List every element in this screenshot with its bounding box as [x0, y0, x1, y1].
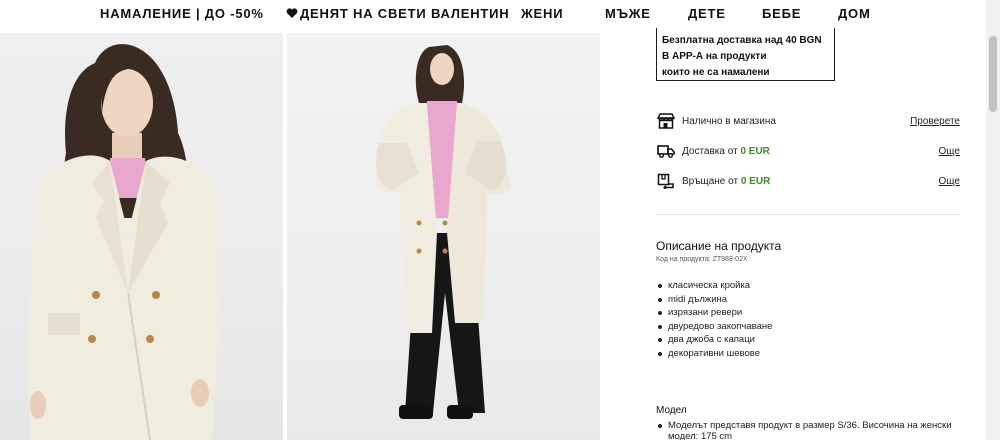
- promo-line: Безплатна доставка над 40 BGN: [662, 35, 822, 46]
- store-icon: [656, 112, 676, 130]
- model-info-text: Моделът представя продукт в размер S/36.…: [658, 420, 958, 440]
- model-closeup-illustration: [28, 44, 220, 440]
- returns-label: Връщане от: [682, 175, 741, 187]
- store-availability-row: Налично в магазина Проверете: [656, 111, 960, 131]
- nav-item-women[interactable]: ЖЕНИ: [521, 6, 563, 21]
- heart-icon: [286, 8, 298, 18]
- top-navigation: НАМАЛЕНИЕ | ДО -50% ДЕНЯТ НА СВЕТИ ВАЛЕН…: [0, 0, 986, 28]
- feature-item: декоративни шевове: [658, 347, 772, 361]
- feature-list: класическа кройка midi дължина изрязани …: [658, 279, 772, 361]
- delivery-price: 0 EUR: [740, 145, 770, 157]
- returns-row: Връщане от 0 EUR Още: [656, 171, 960, 191]
- delivery-label: Доставка от: [682, 145, 741, 157]
- returns-more-link[interactable]: Още: [939, 176, 960, 187]
- product-gallery: [0, 33, 600, 440]
- feature-item: двуредово закопчаване: [658, 320, 772, 334]
- returns-price: 0 EUR: [740, 175, 771, 187]
- description-title: Описание на продукта: [656, 239, 782, 253]
- feature-item: midi дължина: [658, 293, 772, 307]
- check-stores-link[interactable]: Проверете: [910, 116, 960, 127]
- delivery-text: Доставка от 0 EUR: [682, 146, 770, 157]
- nav-item-home[interactable]: ДОМ: [838, 6, 871, 21]
- returns-text: Връщане от 0 EUR: [682, 176, 770, 187]
- model-section-title: Модел: [656, 405, 687, 416]
- feature-item: изрязани ревери: [658, 306, 772, 320]
- product-photo-closeup[interactable]: [0, 33, 283, 440]
- delivery-row: Доставка от 0 EUR Още: [656, 141, 960, 161]
- free-delivery-promo: Безплатна доставка над 40 BGN В APP-А на…: [656, 28, 835, 81]
- truck-icon: [656, 142, 676, 160]
- nav-item-baby[interactable]: БЕБЕ: [762, 6, 801, 21]
- feature-item: два джоба с капаци: [658, 333, 772, 347]
- nav-item-valentine[interactable]: ДЕНЯТ НА СВЕТИ ВАЛЕНТИН: [286, 6, 510, 21]
- scrollbar-thumb[interactable]: [989, 36, 997, 112]
- product-code: Код на продукта: ZT988-02X: [656, 256, 748, 263]
- promo-line: В APP-А на продукти: [662, 51, 767, 62]
- return-box-icon: [656, 172, 676, 190]
- nav-item-valentine-label: ДЕНЯТ НА СВЕТИ ВАЛЕНТИН: [300, 6, 510, 21]
- product-photo-full-length[interactable]: [287, 33, 600, 440]
- product-details-panel: Безплатна доставка над 40 BGN В APP-А на…: [640, 28, 985, 440]
- nav-item-men[interactable]: МЪЖЕ: [605, 6, 651, 21]
- nav-item-sale[interactable]: НАМАЛЕНИЕ | ДО -50%: [100, 6, 264, 21]
- availability-text: Налично в магазина: [682, 115, 776, 127]
- nav-item-kids[interactable]: ДЕТЕ: [688, 6, 726, 21]
- feature-item: класическа кройка: [658, 279, 772, 293]
- model-full-length-illustration: [375, 45, 511, 419]
- section-divider: [656, 214, 960, 215]
- promo-line: които не са намалени: [662, 67, 770, 78]
- page-scrollbar[interactable]: [986, 0, 1000, 440]
- delivery-more-link[interactable]: Още: [939, 146, 960, 157]
